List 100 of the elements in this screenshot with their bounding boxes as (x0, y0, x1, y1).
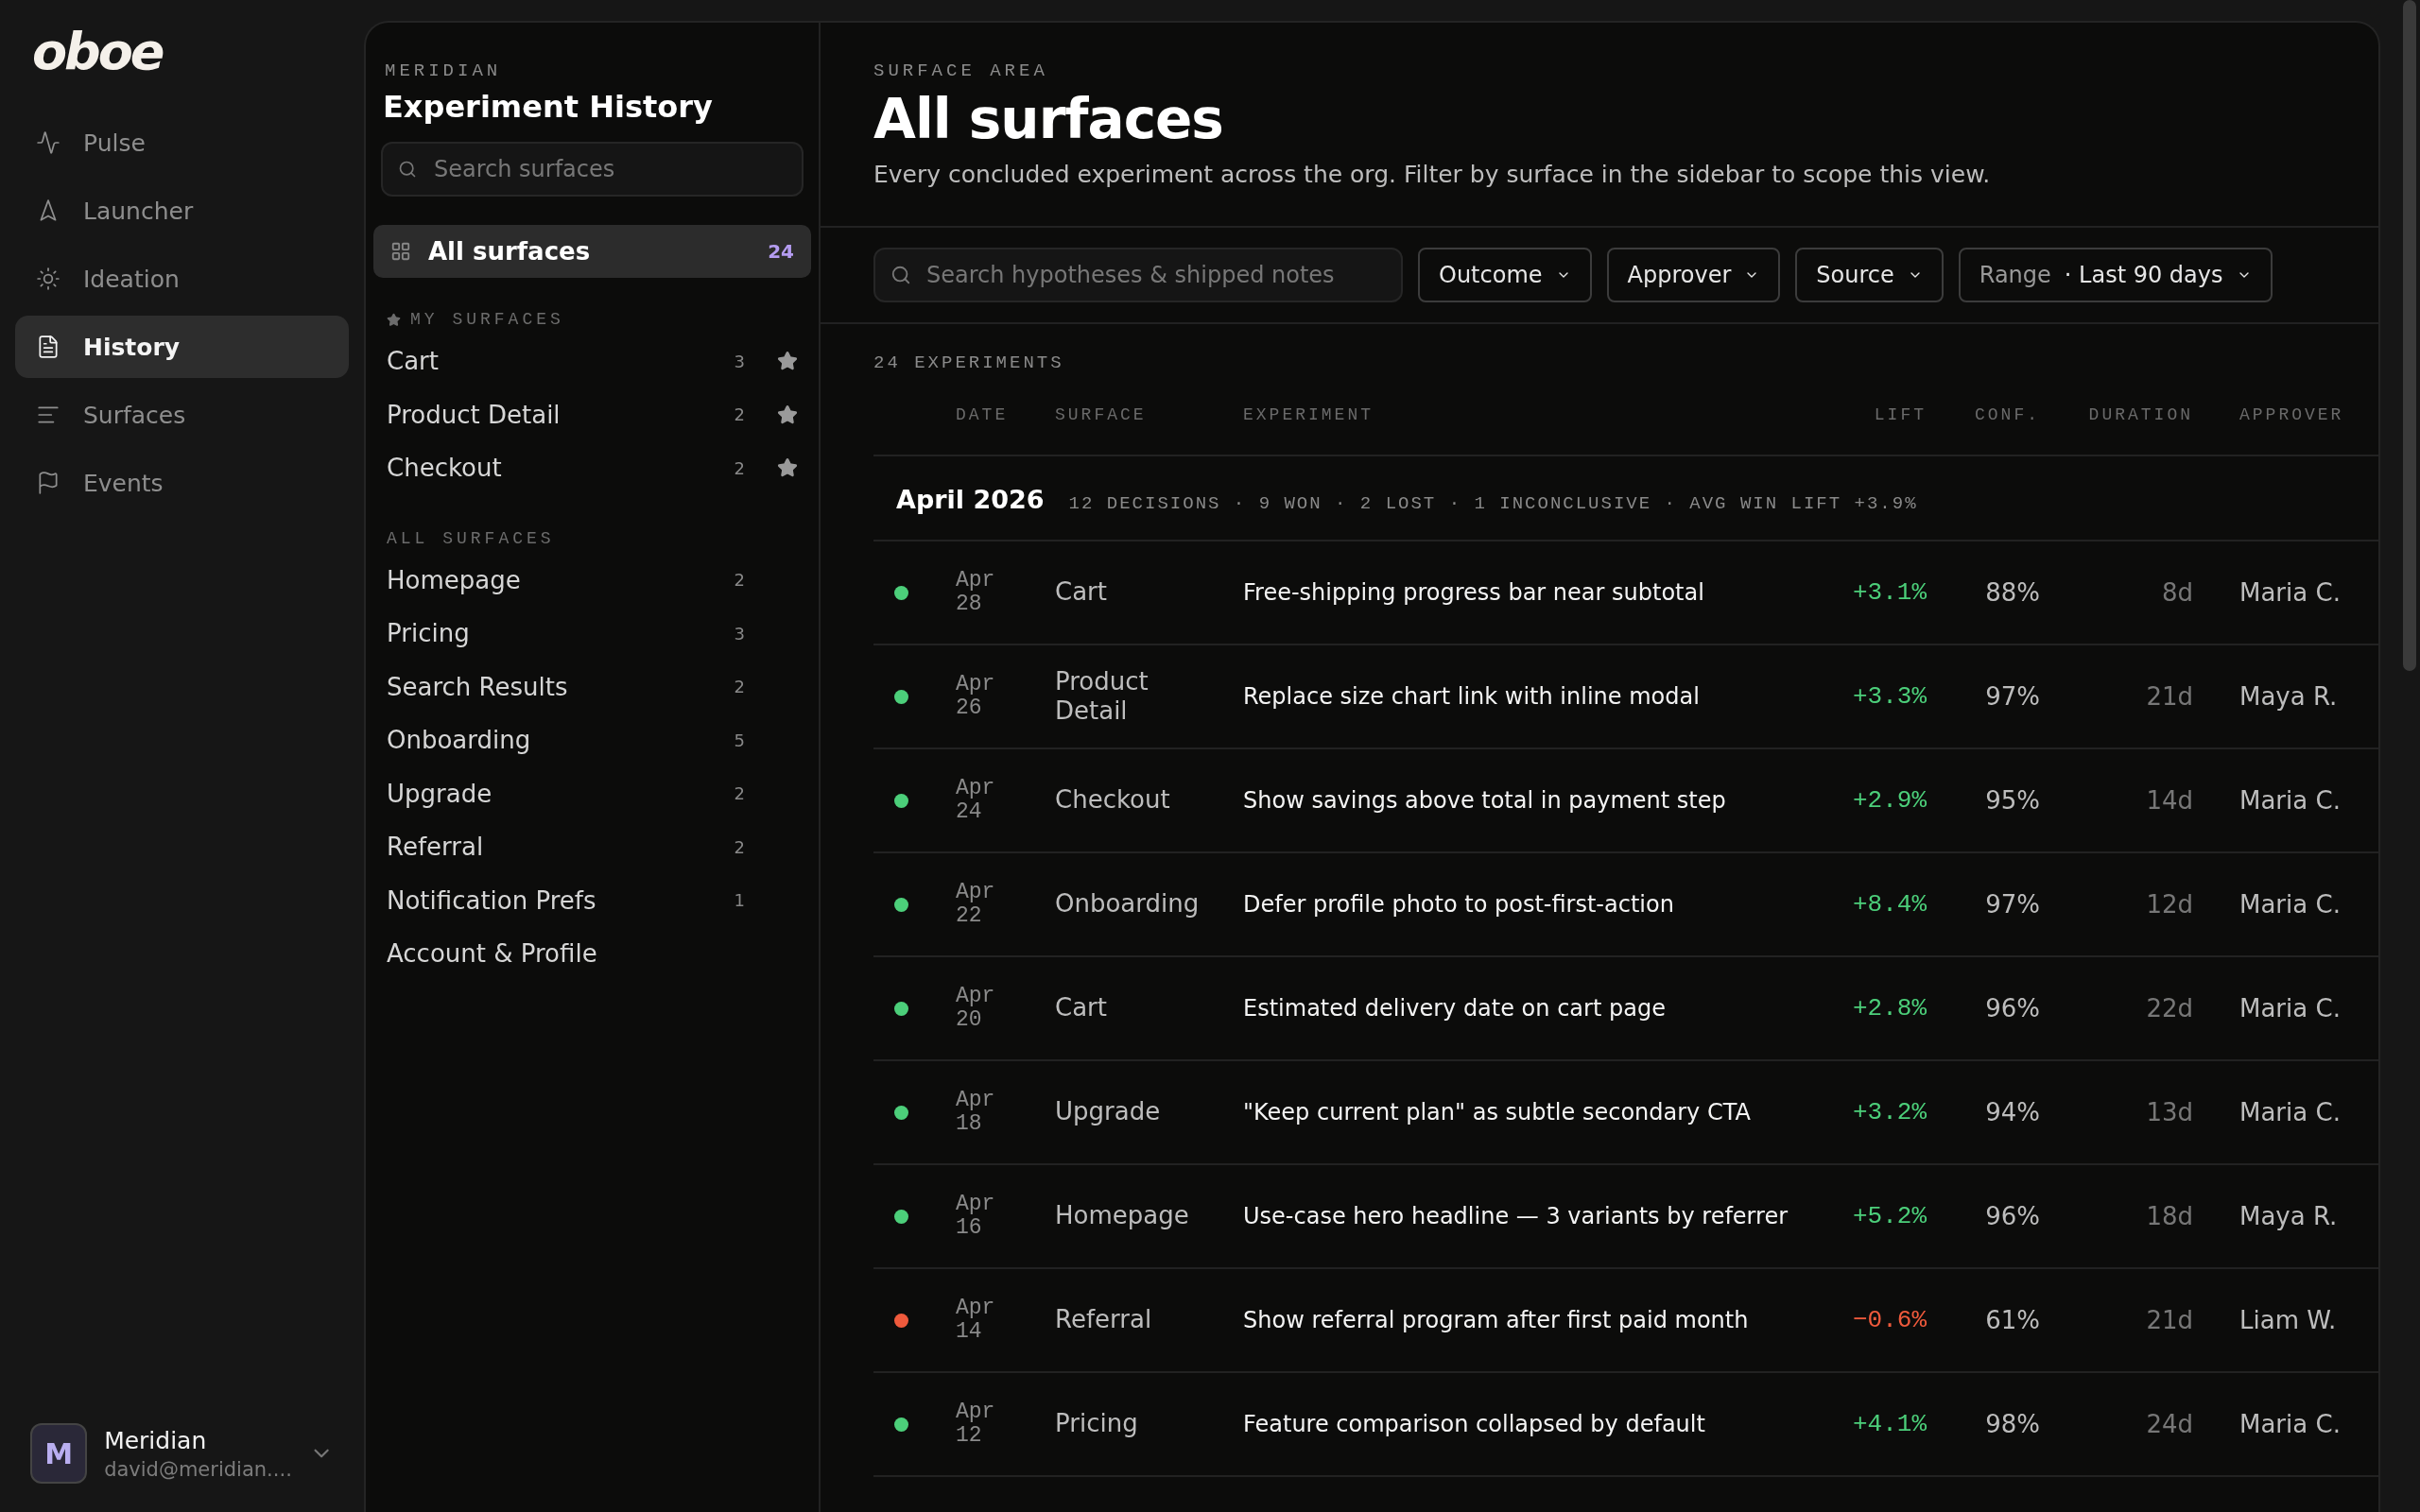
surface-item[interactable]: Notification Prefs (387, 885, 726, 915)
nav-item[interactable]: Events (15, 452, 349, 514)
surface-item[interactable]: Referral (387, 833, 726, 862)
surface-item[interactable]: Pricing (387, 619, 726, 648)
nav-item[interactable]: Launcher (15, 180, 349, 242)
filter-dropdown[interactable]: Source (1795, 248, 1944, 302)
confidence-cell-text: 98% (1984, 1410, 2040, 1438)
item-count: 2 (733, 570, 745, 591)
experiment-cell[interactable]: Feature comparison collapsed by default (1243, 1411, 1804, 1437)
confidence-cell-text: 95% (1984, 786, 2040, 815)
sun-icon (36, 266, 60, 291)
section-heading: ALL SURFACES (387, 528, 555, 548)
confidence-cell-text: 96% (1984, 1202, 2040, 1230)
date-cell-text: Apr 28 (956, 568, 996, 617)
date-cell-text: Apr 14 (956, 1296, 996, 1345)
experiment-cell[interactable]: Free-shipping progress bar near subtotal (1243, 579, 1804, 606)
duration-cell-text: 21d (2145, 682, 2193, 711)
column-header: CONF. (1974, 405, 2040, 424)
date-cell-text: Apr 16 (956, 1192, 996, 1241)
star-icon (387, 312, 401, 327)
lift-cell-text: +3.1% (1852, 578, 1927, 607)
filter-dropdown[interactable]: Range · Last 90 days (1958, 248, 2273, 302)
document-icon (36, 335, 60, 359)
lift-cell-text: +3.3% (1852, 682, 1927, 711)
duration-cell-text: 14d (2145, 786, 2193, 815)
experiment-cell[interactable]: Show savings above total in payment step (1243, 787, 1804, 814)
search-icon (398, 160, 417, 179)
approver-cell-text: Maria C. (2238, 1410, 2342, 1438)
item-count: 2 (733, 404, 745, 425)
nav-item[interactable]: Surfaces (15, 384, 349, 446)
experiment-cell[interactable]: Replace size chart link with inline modal (1243, 683, 1804, 710)
surface-item[interactable]: Homepage (387, 565, 726, 594)
lift-cell-text: +2.8% (1852, 994, 1927, 1022)
duration-cell-text: 8d (2160, 578, 2193, 607)
column-header: DATE (956, 405, 1010, 424)
grid-icon (390, 241, 411, 262)
column-header: LIFT (1873, 405, 1927, 424)
confidence-cell-text: 96% (1984, 994, 2040, 1022)
surface-cell-text: Onboarding (1055, 889, 1201, 919)
surface-cell-text: Homepage (1055, 1201, 1190, 1231)
item-count: 2 (733, 457, 745, 478)
surface-cell-text: Referral (1055, 1305, 1153, 1335)
item-count: 2 (733, 677, 745, 697)
confidence-cell-text: 61% (1984, 1306, 2040, 1334)
star-icon[interactable] (777, 351, 798, 372)
lift-cell-text: +2.9% (1852, 786, 1927, 815)
experiment-cell[interactable]: Estimated delivery date on cart page (1243, 995, 1804, 1022)
surface-cell-text: Checkout (1055, 785, 1171, 816)
item-count: 3 (733, 351, 745, 371)
approver-cell-text: Maria C. (2238, 578, 2342, 607)
item-count: 24 (768, 240, 794, 263)
filter-dropdown[interactable]: Outcome (1418, 248, 1592, 302)
confidence-cell-text: 94% (1984, 1098, 2040, 1126)
surface-item[interactable]: Product Detail (387, 400, 726, 429)
item-count: 5 (733, 730, 745, 750)
search-field[interactable]: Search hypotheses & shipped notes (873, 248, 1403, 302)
nav-item[interactable]: Ideation (15, 248, 349, 310)
surface-item[interactable]: Account & Profile (387, 939, 745, 969)
approver-cell-text: Liam W. (2238, 1306, 2338, 1334)
surface-cell-text: Product Detail (1055, 666, 1150, 727)
nav-item[interactable]: Pulse (15, 112, 349, 174)
result-count: 24 EXPERIMENTS (873, 352, 1065, 373)
item-count: 1 (733, 890, 745, 911)
approver-cell-text: Maya R. (2238, 1202, 2339, 1230)
nav-item[interactable]: History (15, 316, 349, 378)
account-name: Meridian (104, 1426, 208, 1454)
item-count: 2 (733, 836, 745, 857)
sidebar-title: Experiment History (382, 89, 714, 125)
star-icon[interactable] (777, 457, 798, 479)
group-title: April 2026 (896, 485, 1045, 514)
duration-cell-text: 13d (2145, 1098, 2193, 1126)
approver-cell-text: Maria C. (2238, 890, 2342, 919)
date-cell-text: Apr 18 (956, 1088, 996, 1137)
search-icon (890, 265, 911, 285)
experiment-cell[interactable]: "Keep current plan" as subtle secondary CTA (1243, 1099, 1804, 1125)
scrollbar[interactable] (2403, 0, 2416, 671)
item-count: 3 (733, 623, 745, 644)
date-cell-text: Apr 12 (956, 1400, 996, 1449)
star-icon[interactable] (777, 404, 798, 425)
item-count: 2 (733, 783, 745, 804)
approver-cell-text: Maya R. (2238, 682, 2339, 711)
surface-cell-text: Pricing (1055, 1409, 1139, 1439)
surface-item[interactable]: Onboarding (387, 726, 726, 755)
column-header: APPROVER (2238, 405, 2345, 424)
experiment-cell[interactable]: Defer profile photo to post-first-action (1243, 891, 1804, 918)
surface-item[interactable]: Cart (387, 347, 726, 376)
all-surfaces-item[interactable]: All surfaces 24 (373, 225, 811, 278)
surface-item[interactable]: Checkout (387, 454, 726, 483)
search-field[interactable]: Search surfaces (381, 142, 804, 197)
duration-cell-text: 12d (2145, 890, 2193, 919)
surface-item[interactable]: Search Results (387, 672, 726, 701)
date-cell-text: Apr 20 (956, 984, 996, 1033)
experiment-cell[interactable]: Show referral program after first paid month (1243, 1307, 1804, 1333)
oboe-logo: oboe (31, 26, 164, 77)
surface-item[interactable]: Upgrade (387, 779, 726, 808)
date-cell-text: Apr 24 (956, 776, 996, 825)
approver-cell-text: Maria C. (2238, 786, 2342, 815)
filter-dropdown[interactable]: Approver (1606, 248, 1781, 302)
experiment-cell[interactable]: Use-case hero headline — 3 variants by referrer (1243, 1203, 1804, 1229)
section-label: SURFACE AREA (873, 60, 1049, 81)
